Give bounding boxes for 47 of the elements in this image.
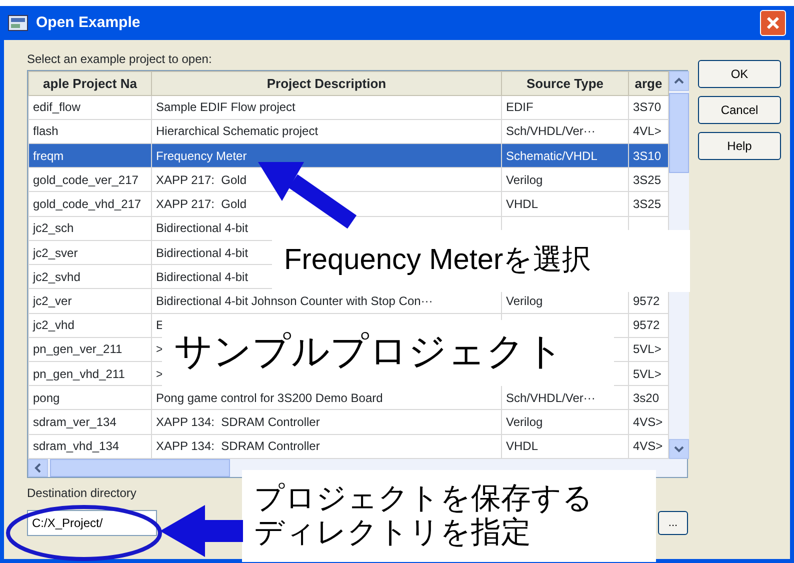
table-cell: pn_gen_vhd_211 — [28, 362, 152, 386]
table-cell: edif_flow — [28, 95, 152, 120]
annotation-text: ディレクトリを指定 — [254, 516, 532, 550]
column-header[interactable]: Source Type — [502, 72, 628, 96]
table-cell: pn_gen_ver_211 — [28, 337, 152, 362]
table-cell: jc2_ver — [28, 288, 152, 314]
table-cell: jc2_sch — [28, 216, 152, 240]
window-title: Open Example — [36, 12, 140, 33]
scrollbar-thumb[interactable] — [50, 459, 230, 477]
table-cell: Schematic/VHDL — [502, 144, 628, 168]
table-cell: freqm — [28, 144, 152, 168]
table-cell: Frequency Meter — [152, 144, 502, 168]
dialog-button[interactable]: Help — [698, 132, 781, 160]
scroll-down-button[interactable] — [669, 439, 689, 459]
table-cell: VHDL — [502, 192, 628, 216]
close-icon — [766, 16, 780, 30]
table-cell: gold_code_vhd_217 — [28, 192, 152, 216]
table-cell: 3S10 — [628, 144, 668, 168]
table-cell: sdram_ver_134 — [28, 410, 152, 434]
scroll-left-button[interactable] — [28, 459, 48, 477]
column-header[interactable]: arge — [628, 72, 668, 96]
table-cell: jc2_sver — [28, 240, 152, 265]
directory-field[interactable]: C:/X_Project/ — [27, 510, 157, 536]
close-button[interactable] — [760, 10, 786, 36]
caret-icon — [674, 445, 684, 453]
scrollbar-thumb[interactable] — [669, 93, 689, 173]
table-cell: XAPP 134: SDRAM Controller — [152, 410, 502, 434]
destination-label: Destination directory — [27, 485, 136, 502]
table-cell: Verilog — [502, 168, 628, 192]
app-icon — [8, 15, 28, 31]
scroll-up-button[interactable] — [669, 71, 689, 91]
column-header[interactable]: aple Project Na — [28, 72, 152, 96]
table-cell: Verilog — [502, 410, 628, 434]
table-cell: jc2_svhd — [28, 264, 152, 289]
annotation-text: プロジェクトを保存する — [254, 482, 594, 516]
caret-icon — [674, 77, 684, 85]
table-cell: jc2_vhd — [28, 313, 152, 338]
caret-icon — [34, 463, 42, 473]
column-header[interactable]: Project Description — [152, 72, 502, 96]
prompt-label: Select an example project to open: — [27, 51, 213, 68]
table-cell: pong — [28, 386, 152, 410]
table-cell: Sample EDIF Flow project — [152, 95, 502, 120]
table-cell: gold_code_ver_217 — [28, 168, 152, 192]
dialog-button[interactable]: Cancel — [698, 96, 781, 124]
dialog-button[interactable]: OK — [698, 60, 781, 88]
browse-button[interactable]: ... — [658, 511, 688, 535]
table-cell: EDIF — [502, 95, 628, 120]
